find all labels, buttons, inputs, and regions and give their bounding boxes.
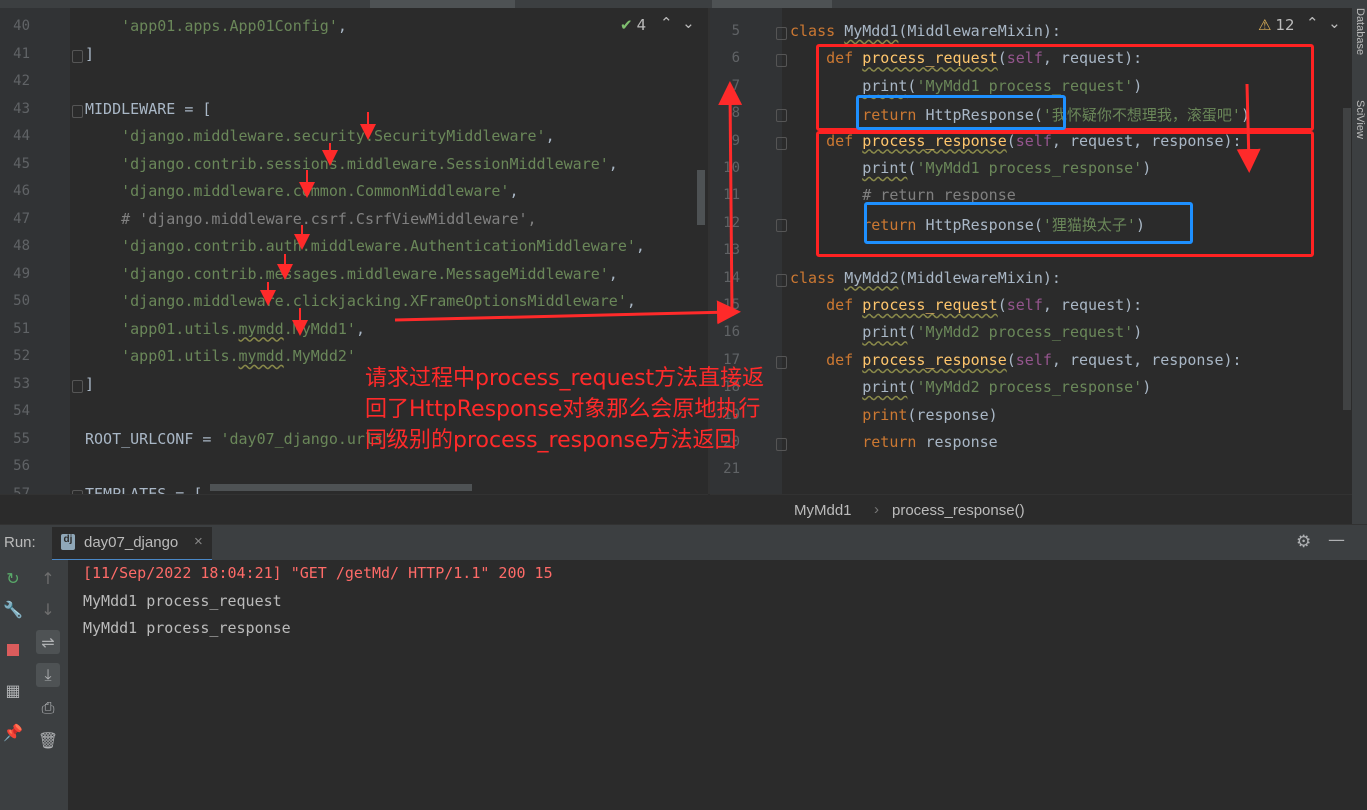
console-line: MyMdd1 process_request bbox=[83, 591, 282, 610]
trash-icon[interactable]: 🗑 bbox=[36, 728, 60, 752]
arrow-up bbox=[718, 81, 743, 317]
layout-icon[interactable]: ▦ bbox=[1, 678, 25, 702]
run-side-toolbar: ↻ ↑ 🔧 ↓ ⇌ ▦ ⤓ ⎙ 📌 🗑 bbox=[0, 560, 68, 810]
arrow-down-right bbox=[1236, 83, 1261, 173]
close-icon[interactable]: × bbox=[194, 533, 203, 550]
soft-wrap-icon[interactable]: ⇌ bbox=[36, 630, 60, 654]
console-line: [11/Sep/2022 18:04:21] "GET /getMd/ HTTP… bbox=[83, 564, 553, 582]
run-toolbar: Run: dj day07_django × ⚙ — bbox=[0, 524, 1367, 561]
minimize-icon[interactable]: — bbox=[1328, 530, 1345, 550]
console-line: MyMdd1 process_response bbox=[83, 619, 291, 637]
annotation-text: 请求过程中process_request方法直接返 回了HttpResponse… bbox=[365, 366, 765, 453]
run-tab-label: day07_django bbox=[84, 534, 179, 551]
rerun-icon[interactable]: ↻ bbox=[1, 566, 25, 590]
scroll-to-end-icon[interactable]: ⤓ bbox=[36, 663, 60, 687]
up-arrow-icon[interactable]: ↑ bbox=[36, 566, 60, 590]
arrow-right bbox=[394, 300, 741, 325]
run-console[interactable]: [11/Sep/2022 18:04:21] "GET /getMd/ HTTP… bbox=[68, 560, 1367, 810]
run-tab[interactable]: dj day07_django × bbox=[52, 527, 212, 561]
pin-icon[interactable]: 📌 bbox=[1, 720, 25, 744]
gear-icon[interactable]: ⚙ bbox=[1296, 532, 1311, 552]
wrench-icon[interactable]: 🔧 bbox=[1, 597, 25, 621]
print-icon[interactable]: ⎙ bbox=[36, 696, 60, 720]
django-icon: dj bbox=[61, 534, 75, 550]
stop-icon[interactable] bbox=[1, 638, 25, 662]
run-label: Run: bbox=[4, 534, 36, 551]
down-arrow-icon[interactable]: ↓ bbox=[36, 597, 60, 621]
